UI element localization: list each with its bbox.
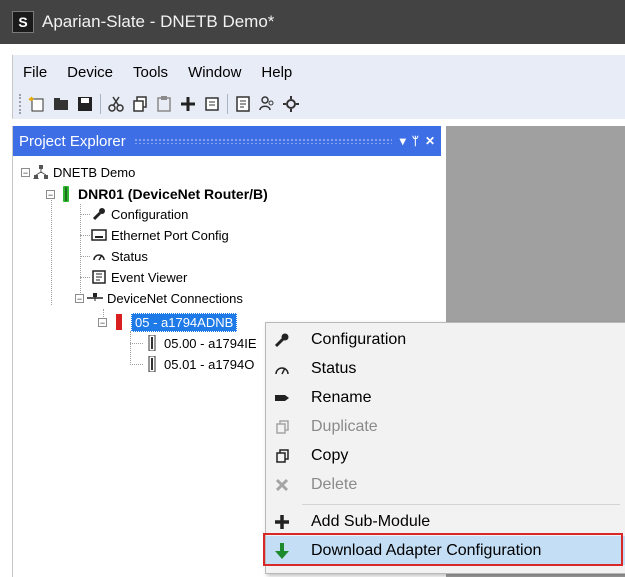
- menu-window[interactable]: Window: [188, 64, 241, 81]
- menu-item-copy[interactable]: Copy: [266, 441, 625, 470]
- tree-item-adapter[interactable]: − 05 - a1794ADNB: [98, 312, 238, 332]
- io-module-icon: [144, 356, 160, 372]
- delete-icon: [272, 475, 292, 495]
- tree-item-status[interactable]: Status: [91, 246, 148, 266]
- open-folder-icon[interactable]: [51, 94, 71, 114]
- window-title: Aparian-Slate - DNETB Demo*: [42, 12, 275, 31]
- menu-separator: [302, 504, 620, 505]
- tree-item-module-input[interactable]: 05.00 - a1794IE: [144, 333, 257, 353]
- project-explorer-header: Project Explorer ▾ ᛘ ✕: [13, 126, 441, 156]
- toolbar-grip[interactable]: [19, 94, 25, 114]
- io-module-icon: [144, 335, 160, 351]
- tree-item-label: Ethernet Port Config: [111, 227, 229, 243]
- menu-item-label: Configuration: [311, 330, 407, 348]
- menu-item-label: Delete: [311, 475, 358, 493]
- menu-file[interactable]: File: [23, 64, 47, 81]
- event-icon[interactable]: [233, 94, 253, 114]
- pin-icon[interactable]: ᛘ: [412, 134, 419, 148]
- menu-tools[interactable]: Tools: [133, 64, 168, 81]
- tree-item-label: 05.00 - a1794IE: [164, 335, 257, 351]
- status-icon: [91, 248, 107, 264]
- tree-item-device[interactable]: − DNR01 (DeviceNet Router/B): [46, 184, 268, 204]
- collapse-icon[interactable]: −: [98, 317, 107, 327]
- toolbar-separator: [100, 94, 101, 114]
- users-icon[interactable]: [257, 94, 277, 114]
- menu-item-label: Duplicate: [311, 417, 378, 435]
- plus-icon: [272, 512, 292, 532]
- project-explorer-title: Project Explorer: [19, 132, 126, 150]
- menu-item-configuration[interactable]: Configuration: [266, 325, 625, 354]
- tree-item-devicenet-connections[interactable]: − DeviceNet Connections: [75, 288, 243, 308]
- status-icon: [272, 359, 292, 379]
- panel-options-icon[interactable]: ▾: [400, 134, 406, 148]
- close-icon[interactable]: ✕: [425, 134, 435, 148]
- cut-icon[interactable]: [106, 94, 126, 114]
- tree-item-label: 05.01 - a1794O: [164, 356, 255, 372]
- save-icon[interactable]: [75, 94, 95, 114]
- menu-device[interactable]: Device: [67, 64, 113, 81]
- toolbar-separator: [227, 94, 228, 114]
- new-file-icon[interactable]: [27, 94, 47, 114]
- menu-item-delete[interactable]: Delete: [266, 470, 625, 499]
- menu-item-label: Status: [311, 359, 357, 377]
- rename-icon: [272, 388, 292, 408]
- menu-help[interactable]: Help: [261, 64, 292, 81]
- duplicate-icon: [272, 417, 292, 437]
- tree-item-label: DeviceNet Connections: [107, 290, 243, 306]
- tree-item-label: Status: [111, 248, 148, 264]
- toolbar: [12, 89, 625, 119]
- collapse-icon[interactable]: −: [46, 189, 55, 199]
- settings-icon[interactable]: [281, 94, 301, 114]
- tree-item-ethernet-port-config[interactable]: Ethernet Port Config: [91, 225, 229, 245]
- app-logo-icon: S: [12, 11, 34, 33]
- menu-item-duplicate[interactable]: Duplicate: [266, 412, 625, 441]
- wrench-icon: [91, 206, 107, 222]
- tree-item-project[interactable]: − DNETB Demo: [21, 162, 135, 182]
- download-arrow-icon: [272, 541, 292, 561]
- collapse-icon[interactable]: −: [75, 293, 84, 303]
- app-window: S Aparian-Slate - DNETB Demo* File Devic…: [0, 0, 625, 577]
- menu-item-label: Download Adapter Configuration: [311, 541, 542, 559]
- tree-item-module-output[interactable]: 05.01 - a1794O: [144, 354, 254, 374]
- menu-item-rename[interactable]: Rename: [266, 383, 625, 412]
- network-bus-icon: [87, 290, 103, 306]
- menu-bar: File Device Tools Window Help: [12, 55, 625, 89]
- add-icon[interactable]: [178, 94, 198, 114]
- copy-icon[interactable]: [130, 94, 150, 114]
- title-bar: S Aparian-Slate - DNETB Demo*: [0, 0, 625, 44]
- menu-item-label: Add Sub-Module: [311, 512, 431, 530]
- collapse-icon[interactable]: −: [21, 167, 30, 177]
- header-grip: [133, 138, 392, 144]
- context-menu: Configuration Status Rename Duplicate Co…: [265, 322, 625, 574]
- tree-item-label: DNR01 (DeviceNet Router/B): [78, 186, 268, 202]
- device-status-icon: [58, 186, 74, 202]
- tree-item-label: DNETB Demo: [53, 164, 136, 180]
- tree-item-label: Event Viewer: [111, 269, 188, 285]
- tree-item-label: 05 - a1794ADNB: [131, 312, 238, 332]
- menu-item-status[interactable]: Status: [266, 354, 625, 383]
- tree-item-label: Configuration: [111, 206, 189, 222]
- menu-item-label: Copy: [311, 446, 349, 464]
- tree-item-configuration[interactable]: Configuration: [91, 204, 188, 224]
- paste-icon[interactable]: [154, 94, 174, 114]
- download-icon[interactable]: [202, 94, 222, 114]
- tree-item-event-viewer[interactable]: Event Viewer: [91, 267, 187, 287]
- menu-item-add-sub-module[interactable]: Add Sub-Module: [266, 507, 625, 536]
- copy-icon: [272, 446, 292, 466]
- adapter-module-icon: [111, 314, 127, 330]
- ethernet-port-icon: [91, 227, 107, 243]
- menu-item-download-adapter-configuration[interactable]: Download Adapter Configuration: [266, 536, 625, 565]
- menu-item-label: Rename: [311, 388, 372, 406]
- event-viewer-icon: [91, 269, 107, 285]
- network-icon: [33, 164, 49, 180]
- wrench-icon: [272, 330, 292, 350]
